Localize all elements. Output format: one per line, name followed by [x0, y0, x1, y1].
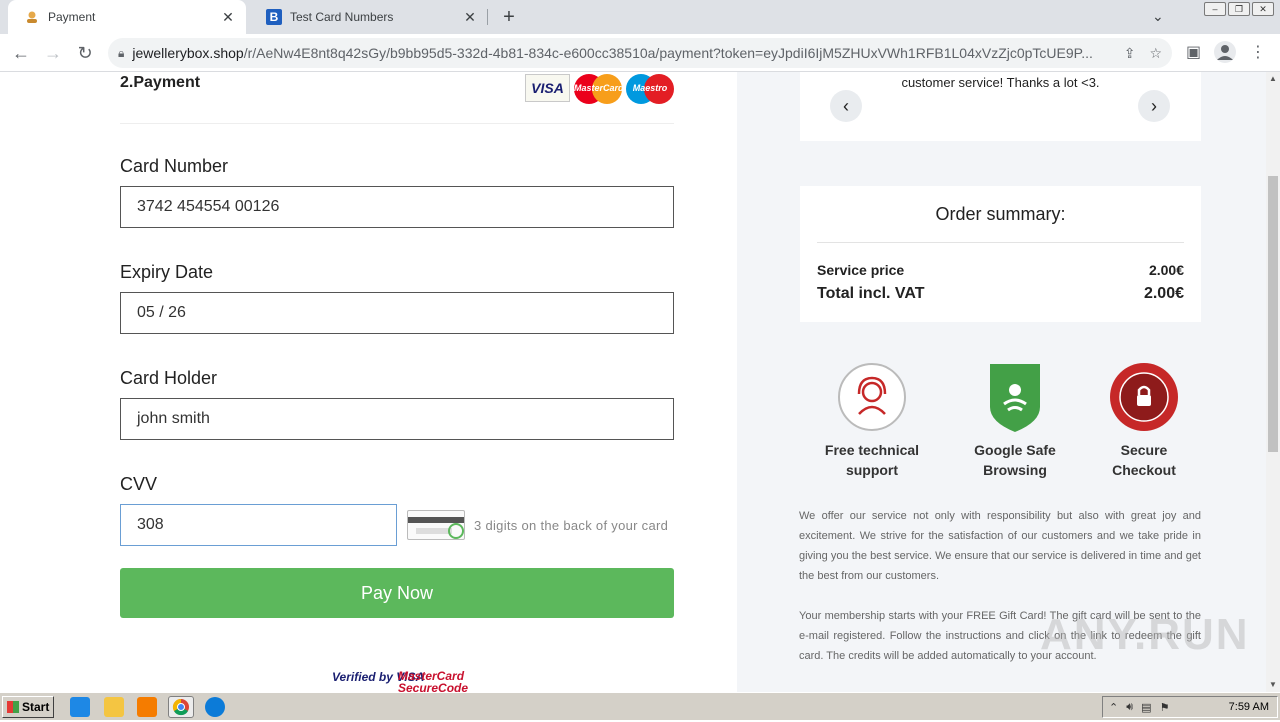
- order-summary: Order summary: Service price 2.00€ Total…: [800, 186, 1201, 322]
- tab-title: Test Card Numbers: [290, 10, 394, 24]
- cvv-label: CVV: [120, 474, 158, 494]
- tab-search-chevron-icon[interactable]: ⌄: [1152, 8, 1164, 25]
- carousel-next-button[interactable]: ›: [1138, 90, 1170, 122]
- order-summary-title: Order summary:: [935, 204, 1066, 224]
- scroll-up-arrow-icon[interactable]: ▲: [1266, 72, 1280, 86]
- card-number-input[interactable]: 3742 454554 00126: [120, 186, 674, 228]
- lock-icon[interactable]: 🔒︎: [118, 46, 124, 61]
- page-scrollbar[interactable]: ▲ ▼: [1266, 72, 1280, 692]
- total-label: Total incl. VAT: [817, 285, 925, 302]
- total-row: Total incl. VAT 2.00€: [817, 285, 1184, 303]
- secure-label-1: Secure: [1120, 442, 1168, 458]
- tab-test-card-numbers[interactable]: B Test Card Numbers ✕: [250, 0, 488, 34]
- scroll-down-arrow-icon[interactable]: ▼: [1266, 678, 1280, 692]
- service-price-label: Service price: [817, 262, 905, 278]
- cvv-input[interactable]: 308: [120, 504, 397, 546]
- favicon-icon: B: [266, 9, 282, 25]
- start-button[interactable]: Start: [2, 696, 54, 718]
- review-text: customer service! Thanks a lot <3.: [901, 75, 1100, 90]
- file-explorer-icon[interactable]: [104, 697, 124, 717]
- free-support-badge: Free technical support: [812, 362, 932, 480]
- divider: [120, 123, 674, 124]
- clock[interactable]: 7:59 AM: [1229, 701, 1269, 713]
- secure-label-2: Checkout: [1112, 462, 1176, 478]
- internet-explorer-icon[interactable]: [70, 697, 90, 717]
- profile-avatar-icon[interactable]: [1214, 41, 1236, 63]
- share-icon[interactable]: ⇪: [1124, 45, 1136, 62]
- media-player-icon[interactable]: [137, 697, 157, 717]
- support-label-1: Free technical: [824, 442, 920, 458]
- anyrun-watermark: ANY.RUN: [1040, 610, 1250, 659]
- favicon-icon: [24, 9, 40, 25]
- close-window-button[interactable]: ✕: [1252, 2, 1274, 16]
- scroll-thumb[interactable]: [1268, 176, 1278, 452]
- tab-strip: Payment ✕ B Test Card Numbers ✕ + ⌄ ‒ ❐ …: [0, 0, 1280, 34]
- volume-icon[interactable]: 🔊︎: [1126, 701, 1133, 714]
- safe-label-1: Google Safe: [974, 442, 1056, 458]
- side-panel-icon[interactable]: ▣: [1186, 42, 1201, 62]
- expiry-date-input[interactable]: 05 / 26: [120, 292, 674, 334]
- tab-payment[interactable]: Payment ✕: [8, 0, 246, 34]
- secure-checkout-badge: Secure Checkout: [1084, 362, 1204, 480]
- divider: [817, 242, 1184, 243]
- reload-icon[interactable]: ↻: [72, 40, 98, 66]
- back-arrow-icon[interactable]: ←: [8, 40, 34, 66]
- restore-button[interactable]: ❐: [1228, 2, 1250, 16]
- card-holder-input[interactable]: john smith: [120, 398, 674, 440]
- service-price-value: 2.00€: [1148, 262, 1184, 278]
- tab-title: Payment: [48, 10, 96, 24]
- safe-label-2: Browsing: [983, 462, 1047, 478]
- expiry-date-label: Expiry Date: [120, 262, 214, 282]
- service-info-paragraph: We offer our service not only with respo…: [799, 510, 1201, 582]
- close-tab-icon[interactable]: ✕: [462, 9, 478, 25]
- network-icon[interactable]: ▤: [1141, 701, 1151, 714]
- forward-arrow-icon[interactable]: →: [40, 40, 66, 66]
- shield-icon: [980, 362, 1050, 432]
- payment-section-title: 2.Payment: [120, 74, 201, 91]
- windows-logo-icon: [7, 701, 19, 713]
- new-tab-button[interactable]: +: [498, 6, 520, 28]
- secure-checkout-lock-icon: [1109, 362, 1179, 432]
- edge-icon[interactable]: [205, 697, 225, 717]
- card-holder-label: Card Holder: [120, 368, 218, 388]
- flag-icon[interactable]: ⚑: [1160, 701, 1170, 714]
- cvv-hint: 3 digits on the back of your card: [474, 518, 669, 533]
- system-tray: ⌃ 🔊︎ ▤ ⚑ 7:59 AM: [1102, 696, 1278, 718]
- total-value: 2.00€: [1143, 285, 1184, 302]
- url-text[interactable]: jewellerybox.shop/r/AeNw4E8nt8q42sGy/b9b…: [132, 45, 1117, 61]
- bookmark-star-icon[interactable]: ☆: [1149, 45, 1162, 62]
- menu-kebab-icon[interactable]: ⋮: [1250, 42, 1266, 62]
- windows-taskbar: Start ⌃ 🔊︎ ▤ ⚑ 7:59 AM: [0, 692, 1280, 720]
- page-content: 2.Payment VISA MasterCard Maestro Card N…: [0, 72, 1266, 692]
- pay-now-button[interactable]: Pay Now: [120, 568, 674, 618]
- card-back-icon: [407, 510, 465, 540]
- browser-toolbar: ← → ↻ 🔒︎ jewellerybox.shop/r/AeNw4E8nt8q…: [0, 34, 1280, 72]
- card-number-label: Card Number: [120, 156, 229, 176]
- visa-logo: VISA: [525, 74, 570, 102]
- card-brand-logos: VISA MasterCard Maestro: [525, 74, 674, 104]
- headset-support-icon: [837, 362, 907, 432]
- support-label-2: support: [845, 462, 899, 478]
- tab-divider: [487, 9, 488, 25]
- mastercard-logo: MasterCard: [574, 74, 624, 104]
- tray-expand-icon[interactable]: ⌃: [1109, 701, 1118, 714]
- mastercard-securecode-logo: MasterCard SecureCode: [398, 669, 469, 692]
- minimize-button[interactable]: ‒: [1204, 2, 1226, 16]
- carousel-prev-button[interactable]: ‹: [830, 90, 862, 122]
- chrome-taskbar-button[interactable]: [168, 696, 194, 718]
- service-price-row: Service price 2.00€: [817, 262, 1184, 278]
- review-carousel: customer service! Thanks a lot <3. ‹ ›: [800, 72, 1201, 141]
- window-controls: ‒ ❐ ✕: [1204, 2, 1274, 16]
- close-tab-icon[interactable]: ✕: [220, 9, 236, 25]
- address-bar[interactable]: 🔒︎ jewellerybox.shop/r/AeNw4E8nt8q42sGy/…: [108, 38, 1172, 68]
- maestro-logo: Maestro: [626, 74, 674, 104]
- google-safe-browsing-badge: Google Safe Browsing: [955, 362, 1075, 480]
